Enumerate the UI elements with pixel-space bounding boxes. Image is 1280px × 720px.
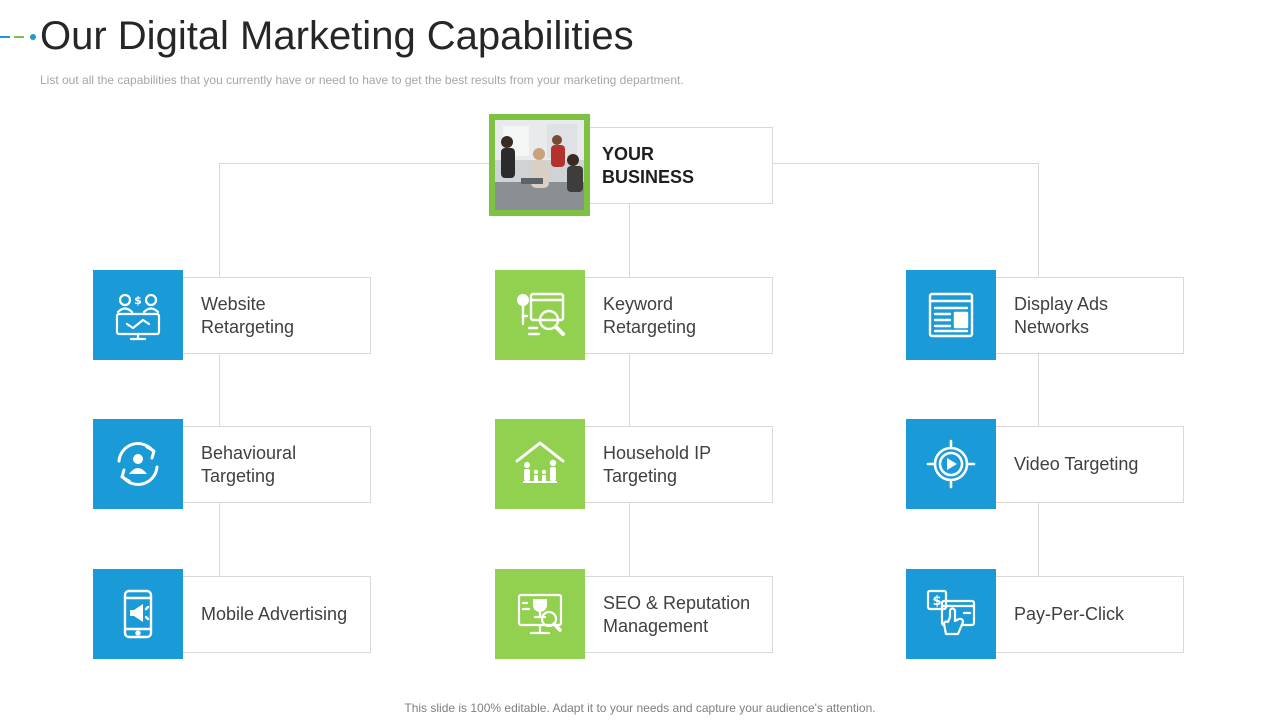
browser-window-icon	[906, 270, 996, 360]
connector-left-vertical	[219, 163, 220, 603]
connector-center-vertical	[629, 204, 630, 604]
svg-text:$: $	[134, 294, 142, 307]
title-decoration	[0, 34, 40, 40]
footer-note: This slide is 100% editable. Adapt it to…	[404, 701, 876, 715]
capability-box-pay-per-click: Pay-Per-Click	[995, 576, 1184, 653]
page-title: Our Digital Marketing Capabilities	[40, 14, 634, 58]
capability-box-website-retargeting: Website Retargeting	[182, 277, 371, 354]
svg-text:$: $	[932, 594, 941, 609]
root-node-box: YOUR BUSINESS	[589, 127, 773, 204]
capability-box-display-ads-networks: Display Ads Networks	[995, 277, 1184, 354]
capability-box-mobile-advertising: Mobile Advertising	[182, 576, 371, 653]
root-node-label: YOUR BUSINESS	[602, 143, 695, 187]
capability-box-video-targeting: Video Targeting	[995, 426, 1184, 503]
seo-trophy-icon	[495, 569, 585, 659]
household-family-icon	[495, 419, 585, 509]
pay-per-click-icon: $	[906, 569, 996, 659]
capability-box-behavioural-targeting: Behavioural Targeting	[182, 426, 371, 503]
website-retargeting-icon: $	[93, 270, 183, 360]
team-meeting-photo	[489, 114, 590, 216]
video-target-icon	[906, 419, 996, 509]
capability-box-keyword-retargeting: Keyword Retargeting	[584, 277, 773, 354]
user-refresh-icon	[93, 419, 183, 509]
page-subtitle: List out all the capabilities that you c…	[40, 73, 684, 87]
capability-box-household-ip-targeting: Household IP Targeting	[584, 426, 773, 503]
connector-right-vertical	[1038, 163, 1039, 603]
photo-illustration	[495, 120, 584, 210]
keyword-search-icon	[495, 270, 585, 360]
mobile-megaphone-icon	[93, 569, 183, 659]
capability-box-seo-reputation-management: SEO & Reputation Management	[584, 576, 773, 653]
